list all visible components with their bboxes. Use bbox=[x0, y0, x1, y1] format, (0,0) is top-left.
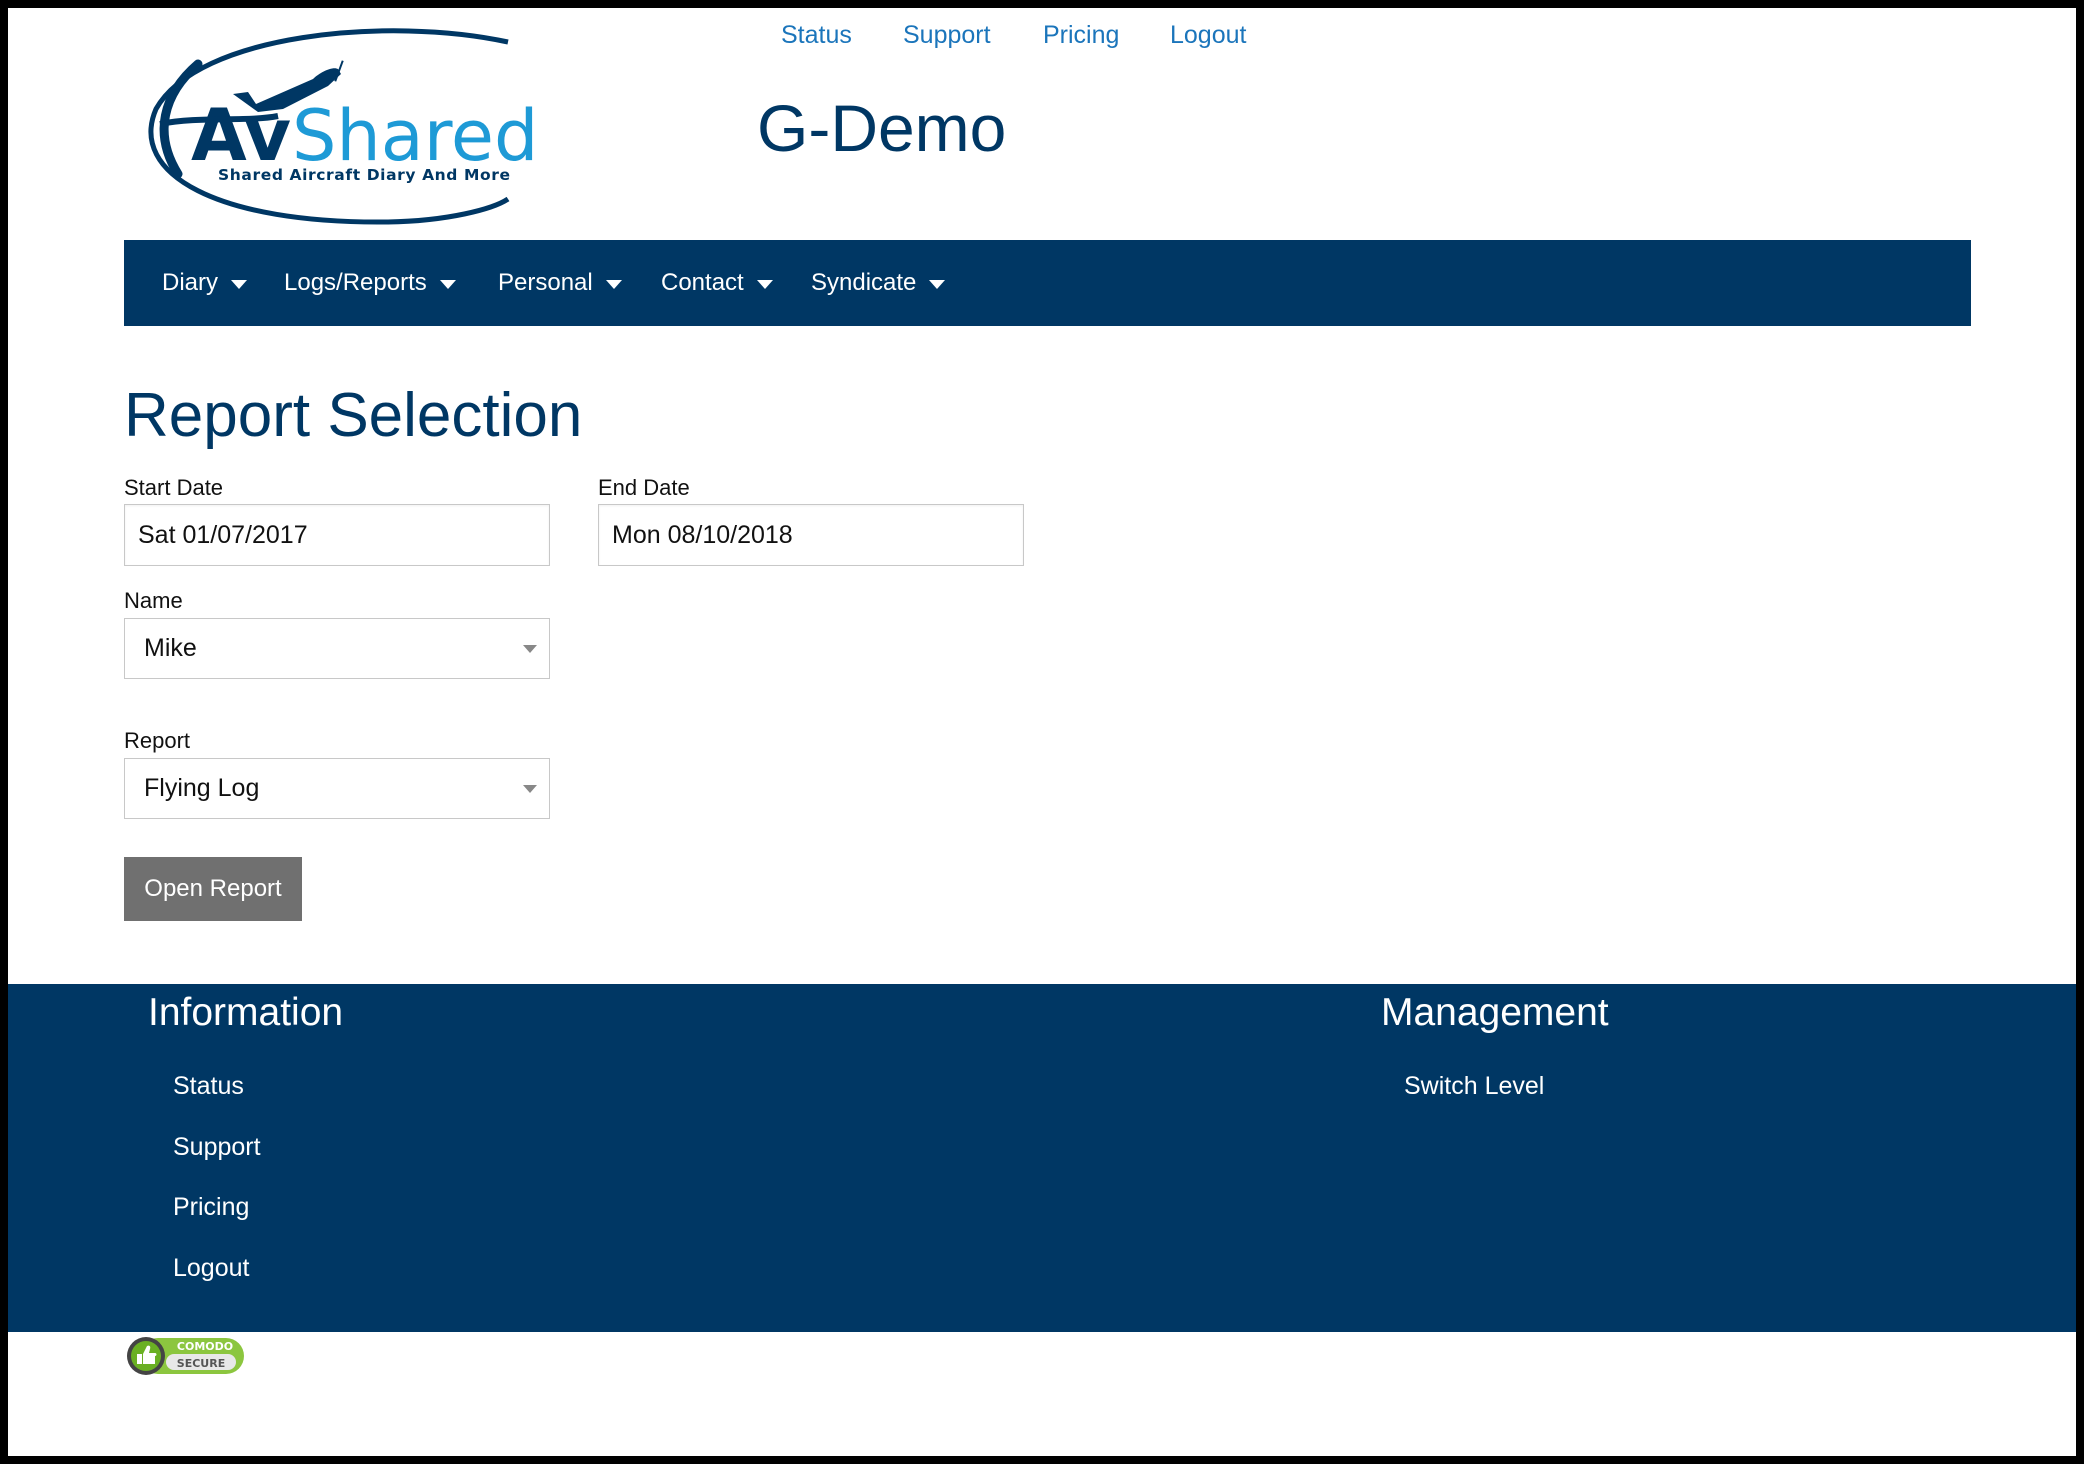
caret-down-icon bbox=[756, 279, 773, 289]
logo-brand-dark: Av bbox=[191, 93, 291, 177]
nav-item-label: Contact bbox=[661, 269, 744, 296]
footer-link-switch-level[interactable]: Switch Level bbox=[1404, 1071, 1544, 1101]
site-title: G-Demo bbox=[757, 91, 1007, 165]
footer-link-pricing[interactable]: Pricing bbox=[173, 1192, 249, 1222]
report-label: Report bbox=[124, 728, 191, 753]
report-select-value: Flying Log bbox=[144, 774, 260, 802]
nav-item-label: Syndicate bbox=[811, 269, 917, 296]
top-link-pricing[interactable]: Pricing bbox=[1043, 20, 1119, 50]
badge-line1: COMODO bbox=[177, 1340, 233, 1353]
logo-tagline: Shared Aircraft Diary And More bbox=[218, 166, 511, 184]
footer-link-status[interactable]: Status bbox=[173, 1071, 244, 1101]
dropdown-arrow-icon bbox=[523, 645, 537, 653]
top-link-logout[interactable]: Logout bbox=[1170, 20, 1246, 50]
nav-item-diary[interactable]: Diary bbox=[162, 240, 248, 326]
caret-down-icon bbox=[231, 279, 248, 289]
footer-information-heading: Information bbox=[148, 991, 344, 1034]
dropdown-arrow-icon bbox=[523, 785, 537, 793]
caret-down-icon bbox=[439, 279, 456, 289]
nav-item-label: Logs/Reports bbox=[284, 269, 427, 296]
page: Av Shared Shared Aircraft Diary And More… bbox=[8, 8, 2076, 1456]
logo-brand-light: Shared bbox=[292, 95, 538, 177]
start-date-label: Start Date bbox=[124, 475, 224, 500]
name-select[interactable]: Mike bbox=[124, 618, 550, 679]
nav-item-label: Personal bbox=[498, 269, 593, 296]
nav-item-logs-reports[interactable]: Logs/Reports bbox=[284, 240, 456, 326]
footer-management-heading: Management bbox=[1381, 991, 1609, 1034]
nav-item-personal[interactable]: Personal bbox=[498, 240, 622, 326]
nav-item-contact[interactable]: Contact bbox=[661, 240, 773, 326]
caret-down-icon bbox=[929, 279, 946, 289]
footer: Information Status Support Pricing Logou… bbox=[8, 984, 2076, 1332]
top-link-support[interactable]: Support bbox=[903, 20, 991, 50]
footer-link-logout[interactable]: Logout bbox=[173, 1253, 249, 1283]
badge-line2: SECURE bbox=[177, 1357, 225, 1370]
report-select[interactable]: Flying Log bbox=[124, 758, 550, 819]
comodo-secure-badge[interactable]: COMODO SECURE bbox=[126, 1334, 246, 1378]
page-title: Report Selection bbox=[124, 381, 583, 450]
footer-link-support[interactable]: Support bbox=[173, 1132, 261, 1162]
nav-item-label: Diary bbox=[162, 269, 219, 296]
badge-graphic: COMODO SECURE bbox=[127, 1337, 244, 1375]
start-date-input[interactable] bbox=[124, 504, 550, 566]
avshared-logo[interactable]: Av Shared Shared Aircraft Diary And More bbox=[138, 24, 578, 228]
nav-item-syndicate[interactable]: Syndicate bbox=[811, 240, 946, 326]
name-select-value: Mike bbox=[144, 634, 197, 662]
caret-down-icon bbox=[605, 279, 622, 289]
main-navbar: Diary Logs/Reports Personal Contact Synd… bbox=[124, 240, 1971, 326]
end-date-input[interactable] bbox=[598, 504, 1024, 566]
name-label: Name bbox=[124, 588, 183, 613]
open-report-button[interactable]: Open Report bbox=[124, 857, 302, 921]
top-link-status[interactable]: Status bbox=[781, 20, 852, 50]
logo-graphic: Av Shared Shared Aircraft Diary And More bbox=[148, 28, 538, 225]
end-date-label: End Date bbox=[598, 475, 690, 500]
